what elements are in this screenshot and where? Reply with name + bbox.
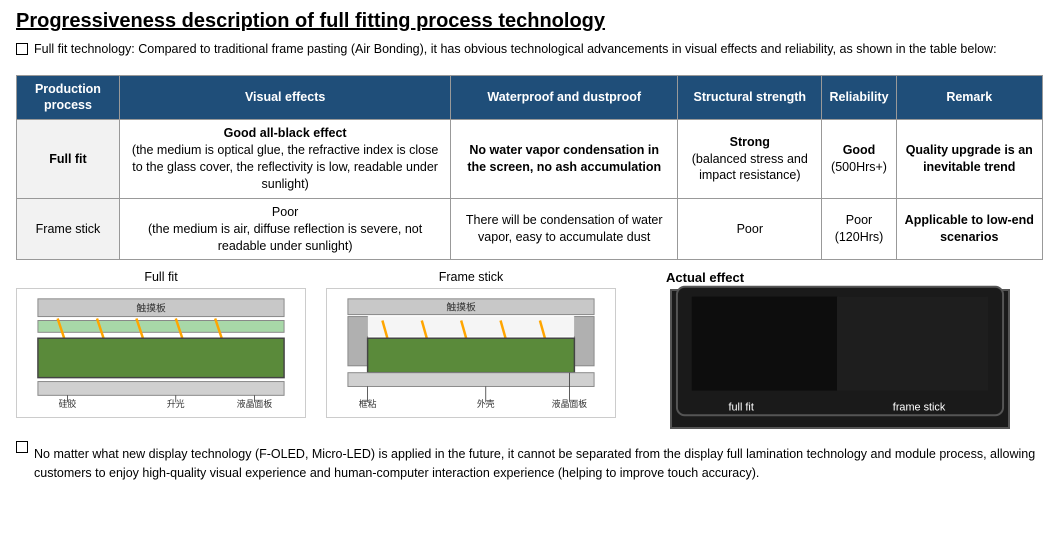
col-header-strength: Structural strength: [678, 75, 822, 120]
svg-text:frame stick: frame stick: [892, 402, 945, 414]
col-header-reliability: Reliability: [822, 75, 896, 120]
actual-effect-block: Actual effect full fit frame stick: [636, 270, 1043, 429]
row2-remark: Applicable to low-end scenarios: [896, 198, 1042, 260]
row2-strength: Poor: [678, 198, 822, 260]
fullfit-label: Full fit: [144, 270, 177, 284]
col-header-process: Production process: [17, 75, 120, 120]
actual-effect-image: full fit frame stick: [670, 289, 1010, 429]
row1-process: Full fit: [17, 120, 120, 199]
col-header-remark: Remark: [896, 75, 1042, 120]
svg-text:触摸板: 触摸板: [446, 301, 476, 314]
row2-waterproof: There will be condensation of water vapo…: [451, 198, 678, 260]
bullet-icon-2: [16, 441, 28, 453]
page-title: Progressiveness description of full fitt…: [16, 10, 1043, 33]
row1-waterproof: No water vapor condensation in the scree…: [451, 120, 678, 199]
row1-reliability: Good(500Hrs+): [822, 120, 896, 199]
bullet-icon-1: [16, 43, 28, 55]
row1-remark: Quality upgrade is an inevitable trend: [896, 120, 1042, 199]
framestick-label: Frame stick: [439, 270, 504, 284]
row2-process: Frame stick: [17, 198, 120, 260]
row1-visual: Good all-black effect(the medium is opti…: [119, 120, 450, 199]
framestick-diagram: 触摸板 框粘 外壳 液晶面板: [326, 288, 616, 418]
row2-reliability: Poor(120Hrs): [822, 198, 896, 260]
table-row: Full fit Good all-black effect(the mediu…: [17, 120, 1043, 199]
diagrams-section: Full fit 触摸板 硅胶 升光 液晶: [16, 270, 1043, 429]
svg-text:full fit: full fit: [728, 402, 753, 414]
footer-text: No matter what new display technology (F…: [34, 445, 1043, 483]
row1-strength: Strong(balanced stress and impact resist…: [678, 120, 822, 199]
col-header-waterproof: Waterproof and dustproof: [451, 75, 678, 120]
table-row: Frame stick Poor(the medium is air, diff…: [17, 198, 1043, 260]
comparison-table: Production process Visual effects Waterp…: [16, 75, 1043, 261]
fullfit-diagram: 触摸板 硅胶 升光 液晶面板: [16, 288, 306, 418]
framestick-diagram-block: Frame stick 触摸板: [326, 270, 616, 418]
intro-text: Full fit technology: Compared to traditi…: [34, 41, 997, 59]
col-header-visual: Visual effects: [119, 75, 450, 120]
svg-text:触摸板: 触摸板: [136, 302, 166, 315]
row2-visual: Poor(the medium is air, diffuse reflecti…: [119, 198, 450, 260]
footer-bullet: No matter what new display technology (F…: [16, 439, 1043, 483]
fullfit-diagram-block: Full fit 触摸板 硅胶 升光 液晶: [16, 270, 306, 418]
